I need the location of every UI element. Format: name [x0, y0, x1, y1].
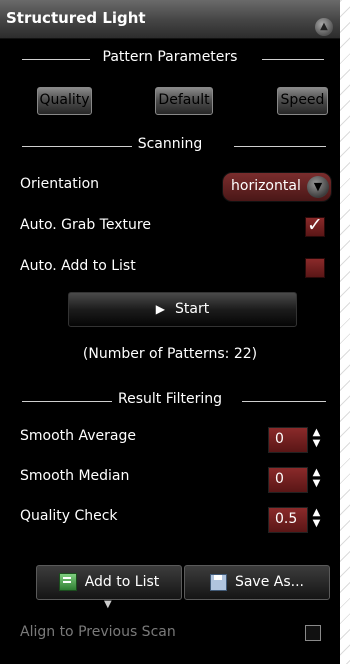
smooth-average-input[interactable]: 0: [268, 427, 308, 453]
spinner-arrows-icon[interactable]: ▲ ▼: [307, 507, 326, 531]
speed-button[interactable]: Speed: [277, 87, 328, 115]
auto-grab-texture-checkbox[interactable]: ✓: [305, 214, 325, 237]
structured-light-panel: Structured Light ▲ Pattern Parameters Qu…: [0, 0, 340, 664]
orientation-value: horizontal: [231, 178, 301, 194]
number-of-patterns: (Number of Patterns: 22): [82, 346, 258, 362]
start-label: Start: [175, 301, 210, 317]
smooth-average-spinner[interactable]: 0 ▲ ▼: [268, 427, 326, 453]
orientation-dropdown[interactable]: horizontal ▼: [222, 172, 332, 202]
quality-check-label: Quality Check: [20, 508, 118, 524]
section-result-filtering: Result Filtering: [0, 391, 340, 411]
orientation-label: Orientation: [20, 176, 100, 192]
section-scanning: Scanning: [0, 136, 340, 156]
smooth-average-label: Smooth Average: [20, 428, 136, 444]
auto-add-to-list-label: Auto. Add to List: [20, 258, 136, 274]
add-to-list-button[interactable]: Add to List: [36, 565, 182, 600]
save-disk-icon: [209, 573, 227, 591]
add-to-list-label: Add to List: [84, 574, 160, 590]
spinner-arrows-icon[interactable]: ▲ ▼: [307, 467, 326, 491]
quality-check-input[interactable]: 0.5: [268, 507, 308, 533]
panel-titlebar[interactable]: Structured Light ▲: [0, 0, 340, 39]
default-button[interactable]: Default: [155, 87, 213, 115]
section-pattern-parameters: Pattern Parameters: [0, 49, 340, 69]
panel-title: Structured Light: [6, 9, 146, 27]
smooth-median-label: Smooth Median: [20, 468, 130, 484]
auto-add-to-list-checkbox[interactable]: [305, 258, 325, 278]
checkmark-icon: ✓: [307, 214, 323, 236]
chevron-up-icon[interactable]: ▲: [315, 18, 333, 36]
save-as-label: Save As...: [234, 574, 305, 590]
start-button[interactable]: ▶ Start: [68, 292, 297, 327]
quality-check-spinner[interactable]: 0.5 ▲ ▼: [268, 507, 326, 533]
add-to-list-icon: [58, 573, 77, 591]
align-to-previous-scan-checkbox[interactable]: [305, 625, 321, 641]
section-heading: Scanning: [131, 136, 209, 152]
quality-check-value: 0.5: [275, 511, 298, 527]
quality-button[interactable]: Quality: [37, 87, 92, 115]
smooth-average-value: 0: [275, 431, 284, 447]
section-heading: Pattern Parameters: [96, 49, 244, 65]
save-as-button[interactable]: Save As...: [184, 565, 330, 600]
caret-down-icon[interactable]: ▼: [104, 599, 112, 610]
play-icon: ▶: [155, 302, 166, 316]
smooth-median-input[interactable]: 0: [268, 467, 308, 493]
chevron-down-icon[interactable]: ▼: [307, 176, 329, 198]
smooth-median-spinner[interactable]: 0 ▲ ▼: [268, 467, 326, 493]
smooth-median-value: 0: [275, 471, 284, 487]
section-heading: Result Filtering: [111, 391, 229, 407]
align-to-previous-scan-label: Align to Previous Scan: [20, 624, 176, 640]
spinner-arrows-icon[interactable]: ▲ ▼: [307, 427, 326, 451]
auto-grab-texture-label: Auto. Grab Texture: [20, 217, 151, 233]
